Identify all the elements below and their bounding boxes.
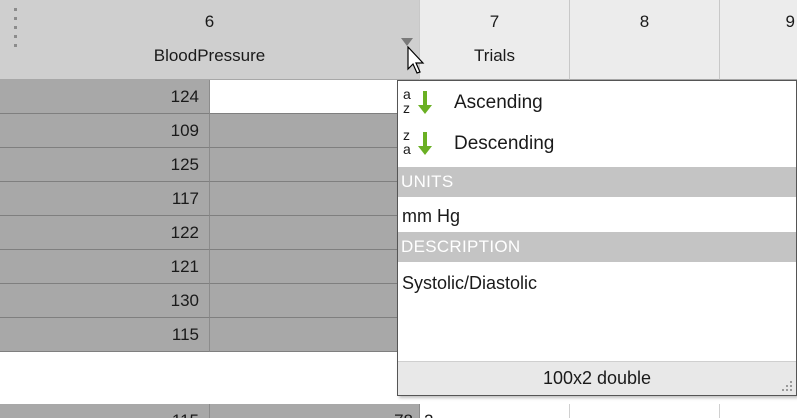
sort-descending-icon: z a [400, 128, 440, 159]
table-cell-bp-2[interactable]: 7 [210, 182, 420, 216]
sort-ascending-label: Ascending [454, 92, 543, 113]
units-field[interactable]: mm Hg [398, 199, 796, 233]
table-cell-empty[interactable] [720, 404, 797, 418]
popup-footer-size: 100x2 double [398, 361, 796, 395]
column-number: 8 [639, 12, 650, 31]
table-cell-bp[interactable]: 109 [0, 114, 210, 148]
mouse-pointer-icon [407, 46, 425, 74]
description-section-header: DESCRIPTION [398, 232, 796, 262]
sort-ascending-button[interactable]: a z Ascending [398, 83, 796, 123]
table-cell-trials[interactable]: 2 [420, 404, 570, 418]
column-context-popup: a z Ascending z a Descending UNITS mm Hg… [397, 80, 797, 396]
table-cell-bp[interactable]: 130 [0, 284, 210, 318]
table-cell-bp[interactable]: 124 [0, 80, 210, 114]
resize-grip-icon[interactable] [780, 379, 792, 391]
table-cell-bp-2[interactable]: 8 [210, 318, 420, 352]
table-cell-bp-2[interactable]: 9 [210, 80, 420, 114]
table-cell-empty[interactable] [570, 404, 720, 418]
column-header-7[interactable]: 7 Trials [420, 0, 570, 80]
units-section-header: UNITS [398, 167, 796, 197]
sort-descending-button[interactable]: z a Descending [398, 124, 796, 164]
table-cell-bp-2[interactable]: 8 [210, 216, 420, 250]
table-cell-bp[interactable]: 115 [0, 404, 210, 418]
column-header-6[interactable]: 6 BloodPressure [0, 0, 420, 80]
column-number: 9 [785, 12, 795, 31]
table-cell-bp-2[interactable]: 8 [210, 284, 420, 318]
chevron-down-icon[interactable] [401, 38, 413, 46]
sort-descending-label: Descending [454, 133, 555, 154]
column-name: BloodPressure [153, 46, 266, 65]
column-header-8[interactable]: 8 [570, 0, 720, 80]
table-cell-bp[interactable]: 121 [0, 250, 210, 284]
table-cell-bp[interactable]: 115 [0, 318, 210, 352]
column-name: Trials [474, 46, 515, 65]
table-cell-bp[interactable]: 125 [0, 148, 210, 182]
table-cell-bp[interactable]: 117 [0, 182, 210, 216]
table-cell-bp-2[interactable]: 8 [210, 148, 420, 182]
table-cell-bp-2[interactable]: 7 [210, 250, 420, 284]
column-header-9[interactable]: 9 [720, 0, 797, 80]
description-field[interactable]: Systolic/Diastolic [398, 266, 796, 300]
table-cell-bp-2[interactable]: 7 [210, 114, 420, 148]
variable-size-label: 100x2 double [542, 368, 652, 388]
table-cell-bp[interactable]: 122 [0, 216, 210, 250]
table-cell-bp-2[interactable]: 78 [210, 404, 420, 418]
sort-ascending-icon: a z [400, 87, 440, 118]
column-number: 6 [204, 12, 215, 31]
column-number: 7 [489, 12, 500, 31]
